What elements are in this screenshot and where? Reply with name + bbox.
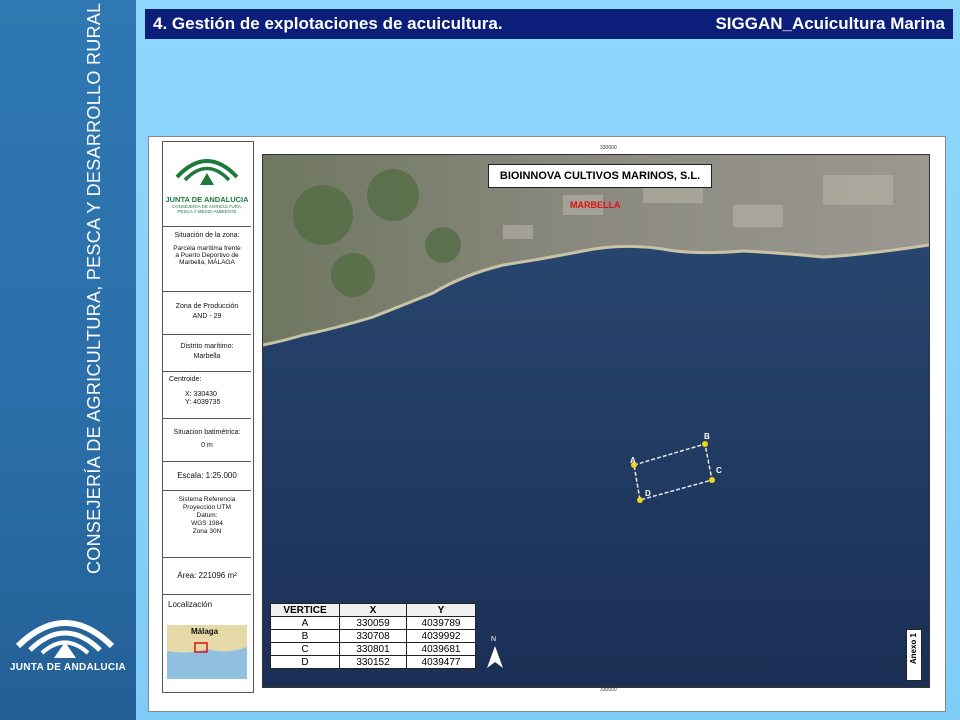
sistema-label: Sistema Referencia <box>178 496 236 503</box>
legend-logo-subtitle: CONSEJERIA DE AGRICULTURA, PESCA Y MEDIO… <box>171 204 243 214</box>
table-cell: 330059 <box>339 616 407 630</box>
table-row: C 330801 4039681 <box>270 642 476 656</box>
map-tick-top: 330000 <box>600 145 617 151</box>
legend-distrito: Distrito marítimo: Marbella <box>163 335 251 372</box>
vertex-b-label: B <box>704 432 710 441</box>
table-row: B 330708 4039992 <box>270 629 476 643</box>
vertices-table: VERTICE X Y A 330059 4039789 B 330708 40… <box>270 603 476 669</box>
zona-label: Zona de Producción <box>175 303 239 310</box>
table-row: A 330059 4039789 <box>270 616 476 630</box>
vertex-a-label: A <box>630 456 636 465</box>
legend-situacion: Situación de la zona: Parcela marítima f… <box>163 227 251 292</box>
location-minimap: Málaga <box>167 625 247 679</box>
minimap-city-label: Málaga <box>191 627 219 636</box>
batimetrica-label: Situacion batimétrica: <box>173 429 241 436</box>
annex-label: Anexo 1 <box>909 633 918 665</box>
legend-sistema: Sistema Referencia Proyección UTM Datum:… <box>163 491 251 558</box>
vertex-d-label: D <box>645 489 651 498</box>
vertex-c-marker[interactable] <box>709 477 715 483</box>
table-cell: A <box>270 616 340 630</box>
table-header-x: X <box>339 603 407 617</box>
legend-escala: Escala: 1:25.000 <box>163 462 251 491</box>
table-header-vertice: VERTICE <box>270 603 340 617</box>
sidebar-vertical-text: CONSEJERÍA DE AGRICULTURA, PESCA Y DESAR… <box>84 2 104 574</box>
sidebar-logo-text: JUNTA DE ANDALUCIA <box>9 662 127 673</box>
area-value: Área: 221096 m² <box>177 571 237 580</box>
vertex-b-marker[interactable] <box>702 441 708 447</box>
legend-localizacion: Localización Málaga <box>163 595 251 691</box>
distrito-value: Marbella <box>193 353 221 360</box>
table-cell: D <box>270 655 340 669</box>
distrito-label: Distrito marítimo: <box>180 343 234 350</box>
vertex-d-marker[interactable] <box>637 497 643 503</box>
table-cell: 330801 <box>339 642 407 656</box>
table-row: D 330152 4039477 <box>270 655 476 669</box>
annex-label-box: Anexo 1 <box>906 629 922 681</box>
legend-logo-title: JUNTA DE ANDALUCIA <box>165 195 249 204</box>
centroide-label: Centroide: <box>169 376 202 383</box>
legend-logo-box: JUNTA DE ANDALUCIA CONSEJERIA DE AGRICUL… <box>163 142 251 227</box>
batimetrica-value: 0 m <box>201 442 213 449</box>
table-cell: B <box>270 629 340 643</box>
table-cell: 4039681 <box>406 642 476 656</box>
north-arrow-icon <box>487 646 503 668</box>
table-cell: 330708 <box>339 629 407 643</box>
situacion-label: Situación de la zona: <box>174 232 240 239</box>
localizacion-label: Localización <box>168 600 213 609</box>
sidebar: CONSEJERÍA DE AGRICULTURA, PESCA Y DESAR… <box>0 0 136 720</box>
legend-zona: Zona de Producción AND - 29 <box>163 292 251 335</box>
table-cell: 4039992 <box>406 629 476 643</box>
header-left-title: 4. Gestión de explotaciones de acuicultu… <box>153 14 503 33</box>
vertex-c-label: C <box>716 466 722 475</box>
centroide-x: X: 330430 <box>185 391 217 398</box>
zona-value: AND - 29 <box>192 313 222 320</box>
table-cell: 4039789 <box>406 616 476 630</box>
sistema-proyeccion: Proyección UTM <box>182 504 232 511</box>
table-header-row: VERTICE X Y <box>270 603 476 617</box>
situacion-value: Parcela marítima frente a Puerto Deporti… <box>173 245 241 266</box>
map-legend: JUNTA DE ANDALUCIA CONSEJERIA DE AGRICUL… <box>162 141 254 693</box>
north-label: N <box>491 636 497 643</box>
north-arrow: N <box>486 636 504 670</box>
legend-batimetrica: Situacion batimétrica: 0 m <box>163 419 251 462</box>
map-tick-bottom: 330000 <box>600 687 617 693</box>
table-cell: 4039477 <box>406 655 476 669</box>
sistema-datum-label: Datum: <box>196 512 218 519</box>
sistema-zona: Zona 30N <box>192 528 222 535</box>
legend-area: Área: 221096 m² <box>163 558 251 595</box>
table-cell: 330152 <box>339 655 407 669</box>
escala-value: Escala: 1:25.000 <box>177 471 237 480</box>
header-right-title: SIGGAN_Acuicultura Marina <box>715 14 945 33</box>
table-cell: C <box>270 642 340 656</box>
junta-logo-icon <box>15 620 115 658</box>
centroide-y: Y: 4039735 <box>185 399 221 406</box>
slide-header: 4. Gestión de explotaciones de acuicultu… <box>145 9 953 39</box>
junta-logo-small-icon <box>175 159 239 185</box>
legend-centroide: Centroide: X: 330430 Y: 4039735 <box>163 372 251 419</box>
sistema-datum-value: WGS 1984 <box>191 520 223 527</box>
table-header-y: Y <box>406 603 476 617</box>
